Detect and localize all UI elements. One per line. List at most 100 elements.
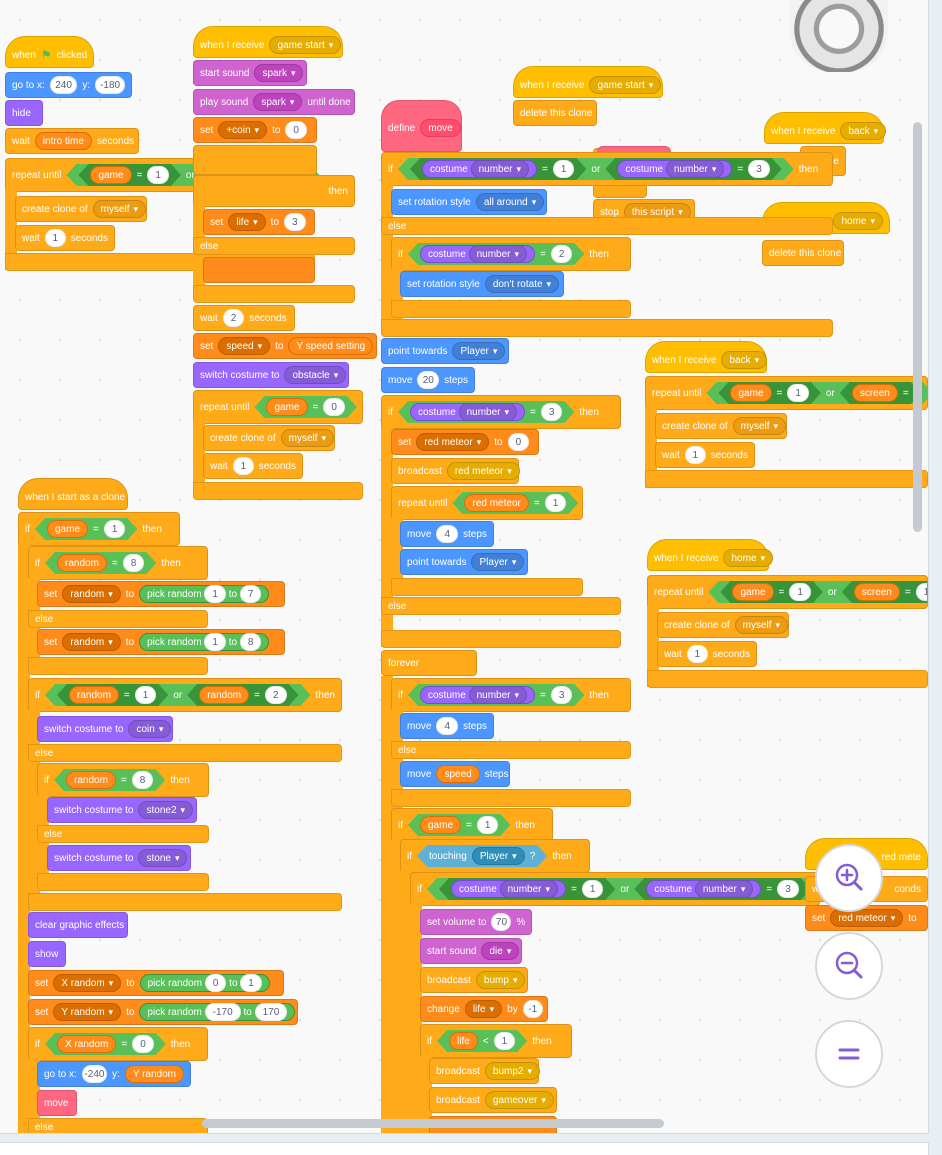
zoom-out-button[interactable] (815, 932, 883, 1000)
costume-number-dropdown[interactable]: number (459, 403, 517, 421)
set-red-meteor-block[interactable]: set red meteor to 0 (391, 429, 539, 455)
variable-dropdown[interactable]: life (228, 213, 266, 231)
game-equals-condition[interactable]: game = 0 (254, 396, 356, 418)
value-input[interactable]: 8 (132, 771, 154, 789)
steps-input[interactable]: 4 (436, 717, 459, 735)
value-input[interactable]: 0 (507, 433, 530, 451)
value-input[interactable]: 3 (777, 880, 799, 898)
costume-number-dropdown[interactable]: number (471, 160, 529, 178)
game-reporter[interactable]: game (266, 398, 307, 416)
clear-graphic-effects-block[interactable]: clear graphic effects (28, 912, 128, 938)
variable-dropdown[interactable]: Y random (53, 1003, 122, 1021)
wait-block-5[interactable]: wait 1 seconds (657, 641, 757, 667)
if-random-8-block-2[interactable]: if random = 8 then (37, 763, 209, 797)
message-dropdown[interactable]: back (840, 122, 887, 140)
set-random-block-2[interactable]: set random to pick random 1 to 8 (37, 629, 285, 655)
message-dropdown[interactable]: back (721, 351, 768, 369)
red-meteor-reporter[interactable]: red meteor (464, 494, 528, 512)
sound-dropdown[interactable]: spark (254, 64, 304, 82)
random-equals-condition[interactable]: random = 1 (57, 684, 168, 706)
game-reporter[interactable]: game (47, 520, 88, 538)
create-clone-block-4[interactable]: create clone of myself (657, 612, 789, 638)
set-rotation-style-block[interactable]: set rotation style all around (391, 189, 547, 215)
random-equals-condition[interactable]: random = 8 (45, 552, 156, 574)
target-dropdown[interactable]: Player (452, 342, 506, 360)
create-clone-block-2[interactable]: create clone of myself (203, 425, 335, 451)
partial-set-block[interactable]: set red meteor to (805, 905, 928, 931)
costume-reporter[interactable]: costume number (422, 160, 537, 178)
if-else-block-2[interactable]: if costume number = 1 or costume number … (381, 152, 833, 186)
value-input[interactable]: 1 (787, 384, 809, 402)
play-sound-until-done-block[interactable]: play sound spark until done (193, 89, 355, 115)
clone-target-dropdown[interactable]: myself (92, 200, 147, 218)
value-input[interactable]: 1 (789, 583, 811, 601)
wait-input[interactable]: 2 (222, 309, 245, 327)
variable-dropdown[interactable]: random (62, 633, 121, 651)
start-sound-die-block[interactable]: start sound die (420, 938, 522, 964)
sound-dropdown[interactable]: spark (253, 93, 303, 111)
y-input[interactable]: -180 (95, 76, 125, 94)
max-input[interactable]: 7 (239, 585, 262, 603)
game-equals-condition[interactable]: game = 1 (408, 814, 510, 836)
set-volume-block[interactable]: set volume to 70 % (420, 909, 532, 935)
if-else-block[interactable] (193, 145, 317, 175)
wait-block-4[interactable]: wait 1 seconds (655, 442, 755, 468)
if-life-block[interactable]: if life < 1 then (420, 1024, 572, 1058)
costume-equals-condition[interactable]: costume number = 3 (398, 401, 574, 423)
game-equals-condition[interactable]: game = 1 (35, 518, 137, 540)
set-life-block-2[interactable] (203, 257, 315, 283)
value-input[interactable]: 3 (551, 686, 573, 704)
min-input[interactable]: 1 (204, 585, 226, 603)
volume-input[interactable]: 70 (491, 913, 512, 931)
costume-dropdown[interactable]: obstacle (284, 366, 347, 384)
go-to-xy-block-2[interactable]: go to x: -240 y: Y random (37, 1061, 191, 1087)
if-touching-block[interactable]: if touching Player ? then (400, 839, 590, 873)
create-clone-block-3[interactable]: create clone of myself (655, 413, 787, 439)
costume-number-dropdown[interactable]: number (666, 160, 724, 178)
screen-equals-condition[interactable]: screen = (840, 382, 921, 404)
if-else-block-4[interactable]: if costume number = 3 then (381, 395, 621, 429)
x-random-equals-condition[interactable]: X random = 0 (45, 1033, 166, 1055)
variable-dropdown[interactable]: X random (53, 974, 122, 992)
costume-number-dropdown[interactable]: number (695, 880, 753, 898)
x-random-reporter[interactable]: X random (57, 1035, 116, 1053)
if-game-block[interactable]: if game = 1 then (391, 808, 553, 842)
intro-time-reporter[interactable]: intro time (34, 132, 92, 150)
value-input[interactable]: 8 (123, 554, 145, 572)
delete-this-clone-block[interactable]: delete this clone (513, 100, 597, 126)
or-condition[interactable]: costume number = 1 or costume number = 3 (398, 158, 794, 180)
message-dropdown[interactable]: home (723, 549, 774, 567)
when-i-receive-home-hat-2[interactable]: when I receive home (647, 539, 774, 571)
value-input[interactable]: 1 (104, 520, 126, 538)
wait-block-2[interactable]: wait 1 seconds (15, 225, 115, 251)
value-input[interactable]: 1 (916, 583, 928, 601)
costume-number-dropdown[interactable]: number (469, 245, 527, 263)
broadcast-gameover-block[interactable]: broadcast gameover (429, 1087, 557, 1113)
y-speed-setting-reporter[interactable]: Y speed setting (288, 337, 374, 355)
wait-block[interactable]: wait intro time seconds (5, 128, 139, 154)
red-meteor-equals-condition[interactable]: red meteor = 1 (452, 492, 578, 514)
game-reporter[interactable]: game (90, 166, 131, 184)
random-equals-condition[interactable]: random = 8 (54, 769, 165, 791)
clone-target-dropdown[interactable]: myself (732, 417, 787, 435)
if-x-random-block[interactable]: if X random = 0 then (28, 1027, 208, 1061)
set-life-block[interactable]: set life to 3 (203, 209, 315, 235)
wait-input[interactable]: 1 (44, 229, 66, 247)
value-input[interactable]: 0 (323, 398, 345, 416)
life-reporter[interactable]: life (449, 1032, 478, 1050)
move-steps-block-2[interactable]: move 4 steps (400, 521, 494, 547)
costume-equals-condition-2[interactable]: costume number = 3 (605, 158, 781, 180)
broadcast-bump2-block[interactable]: broadcast bump2 (429, 1058, 541, 1084)
costume-dropdown[interactable]: stone (138, 849, 188, 867)
value-input[interactable]: 2 (265, 686, 287, 704)
when-flag-clicked-hat[interactable]: when ⚑ clicked (5, 36, 94, 68)
value-input[interactable]: 1 (477, 816, 499, 834)
costume-equals-condition[interactable]: costume number = 1 (439, 878, 615, 900)
costume-reporter[interactable]: costume number (646, 880, 761, 898)
set-speed-block[interactable]: set speed to Y speed setting (193, 333, 377, 359)
costume-reporter[interactable]: costume number (617, 160, 732, 178)
rotation-style-dropdown[interactable]: don't rotate (484, 275, 560, 293)
pick-random-reporter[interactable]: pick random 0 to 1 (139, 974, 270, 992)
steps-input[interactable]: 4 (436, 525, 459, 543)
move-steps-block-3[interactable]: move 4 steps (400, 713, 494, 739)
